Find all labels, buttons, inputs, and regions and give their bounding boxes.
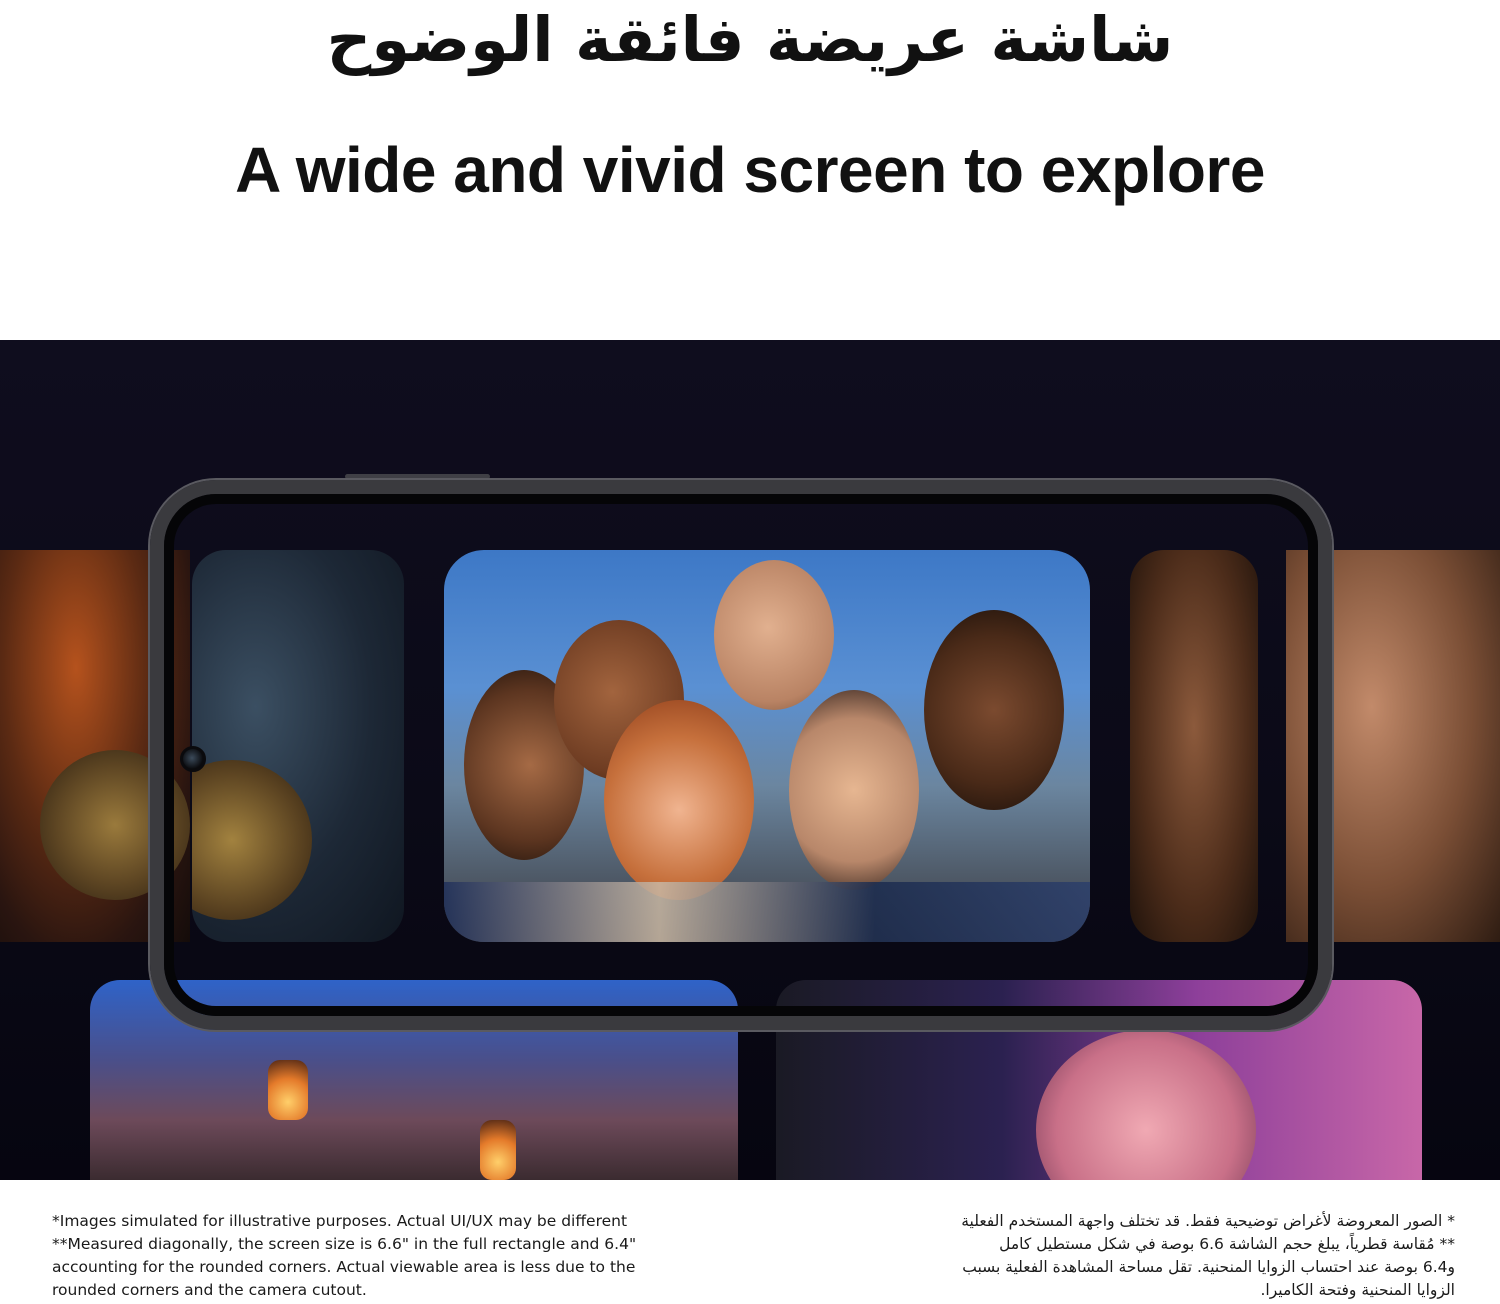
footnote-line: ** مُقاسة قطرياً، يبلغ حجم الشاشة 6.6 بو…	[999, 1235, 1455, 1253]
camera-cutout-icon	[180, 746, 206, 772]
footnote-line: *Images simulated for illustrative purpo…	[52, 1212, 628, 1230]
footnote-arabic: * الصور المعروضة لأغراض توضيحية فقط. قد …	[900, 1210, 1455, 1302]
footnote-line: rounded corners and the camera cutout.	[52, 1281, 367, 1299]
hero-image	[0, 340, 1500, 1180]
footnote-line: الزوايا المنحنية وفتحة الكاميرا.	[1260, 1281, 1456, 1299]
lantern-icon	[268, 1060, 308, 1120]
headline-arabic: شاشة عريضة فائقة الوضوح	[326, 3, 1174, 76]
lantern-icon	[480, 1120, 516, 1180]
footnote-line: و6.4 بوصة عند احتساب الزوايا المنحنية. ت…	[962, 1258, 1455, 1276]
phone-screen-bezel	[164, 494, 1318, 1016]
phone-side-button	[345, 474, 490, 479]
footnote-line: accounting for the rounded corners. Actu…	[52, 1258, 636, 1276]
footnote-english: *Images simulated for illustrative purpo…	[52, 1210, 672, 1302]
headline-english: A wide and vivid screen to explore	[235, 134, 1265, 206]
footnote-line: * الصور المعروضة لأغراض توضيحية فقط. قد …	[961, 1212, 1455, 1230]
phone-frame	[150, 480, 1332, 1030]
footnote-line: **Measured diagonally, the screen size i…	[52, 1235, 637, 1253]
